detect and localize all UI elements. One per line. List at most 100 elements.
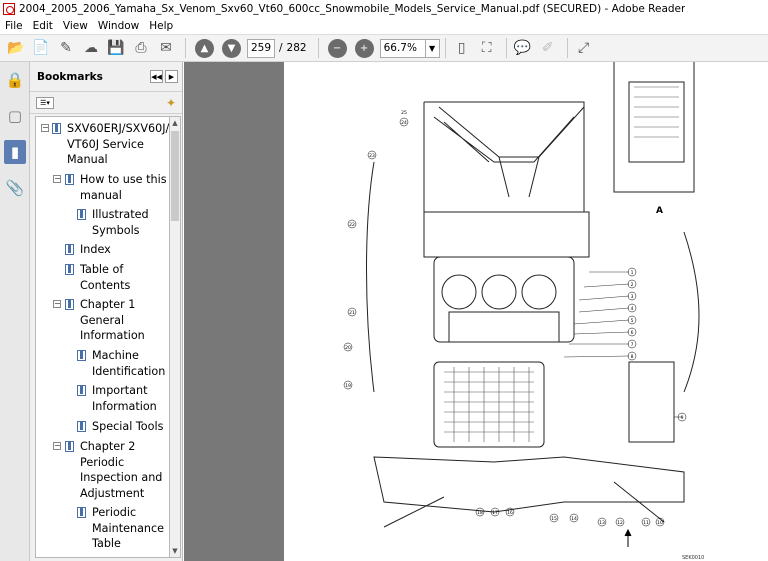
collapse-panel-icon[interactable]: ◀◀ (150, 70, 163, 83)
save-icon[interactable]: 💾 (105, 37, 127, 59)
callout-3: 3 (631, 294, 634, 300)
zoom-out-icon[interactable]: − (327, 38, 347, 58)
page-number-input[interactable]: 259 (247, 38, 275, 58)
edit-icon[interactable]: ✎ (55, 37, 77, 59)
bookmarks-panel: Bookmarks ◀◀ ▶ ☰▾ ✦ − SXV60ERJ/SXV60J/ V… (30, 62, 183, 561)
bookmark-label: Contents (80, 278, 131, 292)
fit-page-icon[interactable]: ▯ (451, 37, 473, 59)
find-bookmark-icon[interactable]: ✦ (166, 96, 176, 110)
zoom-input[interactable]: 66.7% (379, 38, 426, 58)
bookmarks-tools: ☰▾ ✦ (30, 92, 182, 114)
collapse-toggle-icon[interactable]: − (53, 442, 61, 450)
callout-14: 14 (571, 516, 577, 522)
callout-25: 25 (401, 110, 407, 116)
scroll-down-icon[interactable]: ▼ (170, 545, 180, 557)
bookmark-icon (65, 244, 74, 255)
zoom-dropdown-icon[interactable]: ▼ (425, 38, 440, 58)
engine-diagram: 1 2 3 4 5 6 7 8 9 10 11 12 13 14 15 16 1… (343, 62, 700, 547)
callout-19: 19 (345, 383, 351, 389)
create-pdf-icon[interactable]: 📄 (30, 37, 52, 59)
bookmark-label: SXV60ERJ/SXV60J/ (67, 122, 170, 135)
fit-width-icon[interactable]: ⛶ (476, 37, 498, 59)
bookmark-icon (77, 350, 86, 361)
callout-8: 8 (631, 354, 634, 360)
callout-22: 22 (349, 222, 355, 228)
toolbar-separator (317, 38, 319, 58)
bookmark-item-how-to-use[interactable]: How to use this manual (80, 172, 167, 203)
page-separator: / (279, 42, 283, 54)
adobe-reader-icon (3, 3, 15, 15)
bookmark-label: Index (80, 243, 111, 256)
scroll-thumb[interactable] (171, 131, 179, 221)
previous-page-icon[interactable]: ▲ (195, 38, 214, 58)
lock-icon[interactable]: 🔒 (4, 68, 26, 92)
bookmark-icon (65, 174, 74, 185)
options-menu-icon[interactable]: ☰▾ (36, 96, 54, 109)
bookmark-item-illustrated-symbols[interactable]: Illustrated Symbols (92, 207, 149, 238)
callout-16: 16 (507, 510, 513, 516)
next-page-icon[interactable]: ▼ (222, 38, 241, 58)
callout-5: 5 (631, 318, 634, 324)
panel-menu-icon[interactable]: ▶ (165, 70, 178, 83)
bookmark-label: Machine (92, 349, 139, 362)
bookmark-label: Periodic (80, 455, 125, 469)
callout-10: 10 (657, 520, 663, 526)
bookmark-item-chapter-2[interactable]: Chapter 2 Periodic Inspection and Adjust… (80, 439, 162, 501)
email-icon[interactable]: ✉ (155, 37, 177, 59)
bookmark-item-table-of-contents[interactable]: Table of Contents (80, 262, 130, 293)
toolbar-separator (444, 38, 446, 58)
bookmark-label: Adjustment (80, 486, 145, 500)
expand-icon[interactable]: ⤢ (573, 37, 595, 59)
bookmark-item-manual[interactable]: SXV60ERJ/SXV60J/ VT60J Service Manual (67, 121, 169, 168)
bookmark-icon (77, 209, 86, 220)
bookmark-item-important-information[interactable]: Important Information (92, 383, 157, 414)
bookmark-item-special-tools[interactable]: Special Tools (92, 419, 163, 435)
menu-view[interactable]: View (58, 20, 93, 32)
comment-icon[interactable]: 💬 (512, 37, 534, 59)
bookmark-label: Important (92, 384, 148, 397)
callout-9: 9 (681, 415, 684, 421)
upload-icon[interactable]: ☁ (80, 37, 102, 59)
bookmark-label: Symbols (92, 223, 140, 237)
bookmarks-header: Bookmarks ◀◀ ▶ (30, 62, 182, 92)
collapse-toggle-icon[interactable]: − (53, 175, 61, 183)
callout-4: 4 (631, 306, 634, 312)
print-icon[interactable]: ⎙ (130, 37, 152, 59)
bookmark-icon (65, 299, 74, 310)
attachments-icon[interactable]: 📎 (4, 176, 26, 200)
bookmark-icon (65, 441, 74, 452)
toolbar-separator (185, 38, 186, 58)
bookmark-item-machine-identification[interactable]: Machine Identification (92, 348, 165, 379)
menu-edit[interactable]: Edit (28, 20, 58, 32)
page-total: 282 (286, 42, 307, 54)
callout-13: 13 (599, 520, 605, 526)
bookmark-label: VT60J Service (67, 137, 144, 151)
toolbar-separator (505, 38, 507, 58)
bookmark-item-periodic-maintenance[interactable]: Periodic Maintenance Table (92, 505, 164, 552)
menu-window[interactable]: Window (93, 20, 144, 32)
bookmark-label: Table (92, 537, 121, 550)
open-icon[interactable]: 📂 (5, 37, 27, 59)
highlight-icon[interactable]: ✐ (537, 37, 559, 59)
menu-file[interactable]: File (0, 20, 28, 32)
bookmarks-icon[interactable]: ▮ (4, 140, 26, 164)
collapse-toggle-icon[interactable]: − (53, 300, 61, 308)
bookmark-scrollbar[interactable]: ▲ ▼ (170, 116, 181, 558)
bookmark-label: manual (80, 188, 122, 202)
scroll-up-icon[interactable]: ▲ (170, 117, 180, 129)
collapse-toggle-icon[interactable]: − (41, 124, 49, 132)
bookmark-icon (77, 507, 86, 518)
callout-12: 12 (617, 520, 623, 526)
bookmark-label: Table of (80, 263, 124, 276)
bookmarks-title: Bookmarks (37, 70, 103, 83)
callout-7: 7 (631, 342, 634, 348)
bookmark-label: General (80, 313, 125, 327)
bookmark-item-chapter-1[interactable]: Chapter 1 General Information (80, 297, 145, 344)
callout-11: 11 (643, 520, 649, 526)
bookmark-label: Information (80, 329, 145, 342)
zoom-in-icon[interactable]: + (354, 38, 374, 58)
menu-help[interactable]: Help (144, 20, 178, 32)
pdf-page[interactable]: 1 2 3 4 5 6 7 8 9 10 11 12 13 14 15 16 1… (284, 62, 768, 561)
bookmark-item-index[interactable]: Index (80, 242, 111, 258)
pages-icon[interactable]: ▢ (4, 104, 26, 128)
